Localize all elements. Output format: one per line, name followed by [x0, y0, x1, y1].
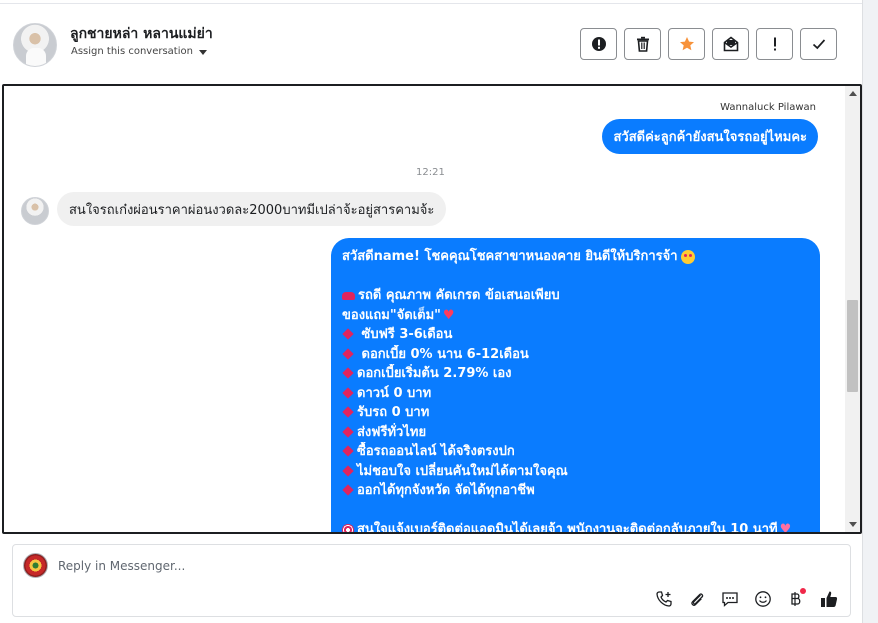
mark-done-button[interactable] — [800, 28, 837, 60]
baht-payment-icon[interactable] — [785, 588, 807, 610]
assign-conversation-dropdown[interactable]: Assign this conversation — [71, 46, 207, 57]
phone-add-icon[interactable] — [653, 588, 675, 610]
promo-item: ดาวน์ 0 บาท — [342, 384, 809, 404]
promo-item: ซื้อรถออนไลน์ ได้จริงตรงปก — [342, 442, 809, 462]
promo-headline: รถดี คุณภาพ คัดเกรด ข้อเสนอเพียบ — [358, 288, 560, 303]
alert-circle-icon — [591, 37, 606, 51]
conversation-header: ลูกชายหล่า หลานแม่ย่า Assign this conver… — [0, 4, 862, 84]
thumbs-up-icon[interactable] — [818, 588, 840, 610]
scrollbar-thumb[interactable] — [847, 300, 858, 392]
promo-item: ดอกเบี้ยเริ่มต้น 2.79% เอง — [342, 364, 809, 384]
outgoing-message[interactable]: สวัสดีค่ะลูกค้ายังสนใจรถอยู่ไหมคะ — [602, 119, 818, 154]
promo-item: ซับฟรี 3-6เดือน — [342, 325, 809, 345]
heart-emoji-icon: ♥ — [442, 307, 455, 323]
promo-closing: สนใจแจ้งเบอร์ติดต่อแอดมินได้เลยจ้า พนักง… — [357, 522, 778, 534]
report-spam-button[interactable] — [580, 28, 617, 60]
saved-replies-icon[interactable] — [719, 588, 741, 610]
contact-avatar-small[interactable] — [21, 197, 49, 225]
priority-button[interactable] — [756, 28, 793, 60]
incoming-message[interactable]: สนใจรถเก๋งผ่อนราคาผ่อนงวดละ2000บาทมีเปล่… — [57, 192, 447, 226]
red-diamond-icon — [342, 484, 354, 496]
reply-composer — [12, 544, 851, 617]
star-button[interactable] — [668, 28, 705, 60]
promo-greeting: สวัสดีname! โชคคุณโชคสาขาหนองคาย ยินดีให… — [342, 249, 678, 264]
right-panel-edge — [862, 0, 878, 623]
contact-name[interactable]: ลูกชายหล่า หลานแม่ย่า — [70, 23, 213, 45]
delete-button[interactable] — [624, 28, 661, 60]
emoji-icon[interactable] — [752, 588, 774, 610]
trash-icon — [636, 36, 649, 52]
paperclip-icon[interactable] — [686, 588, 708, 610]
scroll-down-arrow-icon[interactable] — [845, 517, 860, 532]
red-diamond-icon — [342, 328, 354, 340]
scroll-up-arrow-icon[interactable] — [845, 86, 860, 101]
red-diamond-icon — [342, 464, 354, 477]
assign-label: Assign this conversation — [71, 46, 193, 57]
promo-item: ไม่ชอบใจ เปลี่ยนคันใหม่ได้ตามใจคุณ — [342, 462, 809, 482]
red-diamond-icon — [342, 347, 354, 360]
red-diamond-icon — [342, 367, 354, 379]
outgoing-message-promo[interactable]: สวัสดีname! โชคคุณโชคสาขาหนองคาย ยินดีให… — [331, 238, 820, 534]
exclamation-icon — [773, 37, 776, 51]
message-thread[interactable]: Wannaluck Pilawan สวัสดีค่ะลูกค้ายังสนใจ… — [2, 84, 862, 534]
promo-item: ออกได้ทุกจังหวัด จัดได้ทุกอาชีพ — [342, 481, 809, 501]
message-timestamp: 12:21 — [416, 167, 445, 178]
hearts-emoji-icon: ♥ — [779, 522, 792, 534]
envelope-icon — [723, 36, 738, 52]
promo-item: ส่งฟรีทั่วไทย — [342, 423, 809, 443]
notification-dot — [800, 588, 806, 594]
page-avatar — [23, 553, 48, 578]
star-struck-emoji-icon — [680, 249, 695, 264]
car-emoji-icon — [342, 291, 355, 300]
caret-down-icon — [198, 49, 207, 55]
red-diamond-icon — [342, 425, 354, 438]
inbox-conversation-view: ลูกชายหล่า หลานแม่ย่า Assign this conver… — [0, 0, 878, 623]
conversation-actions — [580, 28, 837, 60]
contact-avatar[interactable] — [13, 23, 57, 67]
thread-scrollbar[interactable] — [845, 86, 860, 532]
red-diamond-icon — [342, 445, 354, 457]
composer-tools — [653, 588, 840, 610]
target-emoji-icon — [342, 523, 354, 532]
checkmark-icon — [812, 39, 825, 50]
red-diamond-icon — [342, 406, 354, 418]
promo-item: รับรถ 0 บาท — [342, 403, 809, 423]
star-icon — [679, 37, 694, 51]
reply-input[interactable] — [58, 556, 818, 576]
promo-gift: ของแถม"จัดเต็ม" — [342, 307, 441, 323]
promo-item: ดอกเบี้ย 0% นาน 6-12เดือน — [342, 345, 809, 365]
red-diamond-icon — [342, 386, 354, 399]
mark-unread-button[interactable] — [712, 28, 749, 60]
sender-name: Wannaluck Pilawan — [720, 102, 816, 113]
